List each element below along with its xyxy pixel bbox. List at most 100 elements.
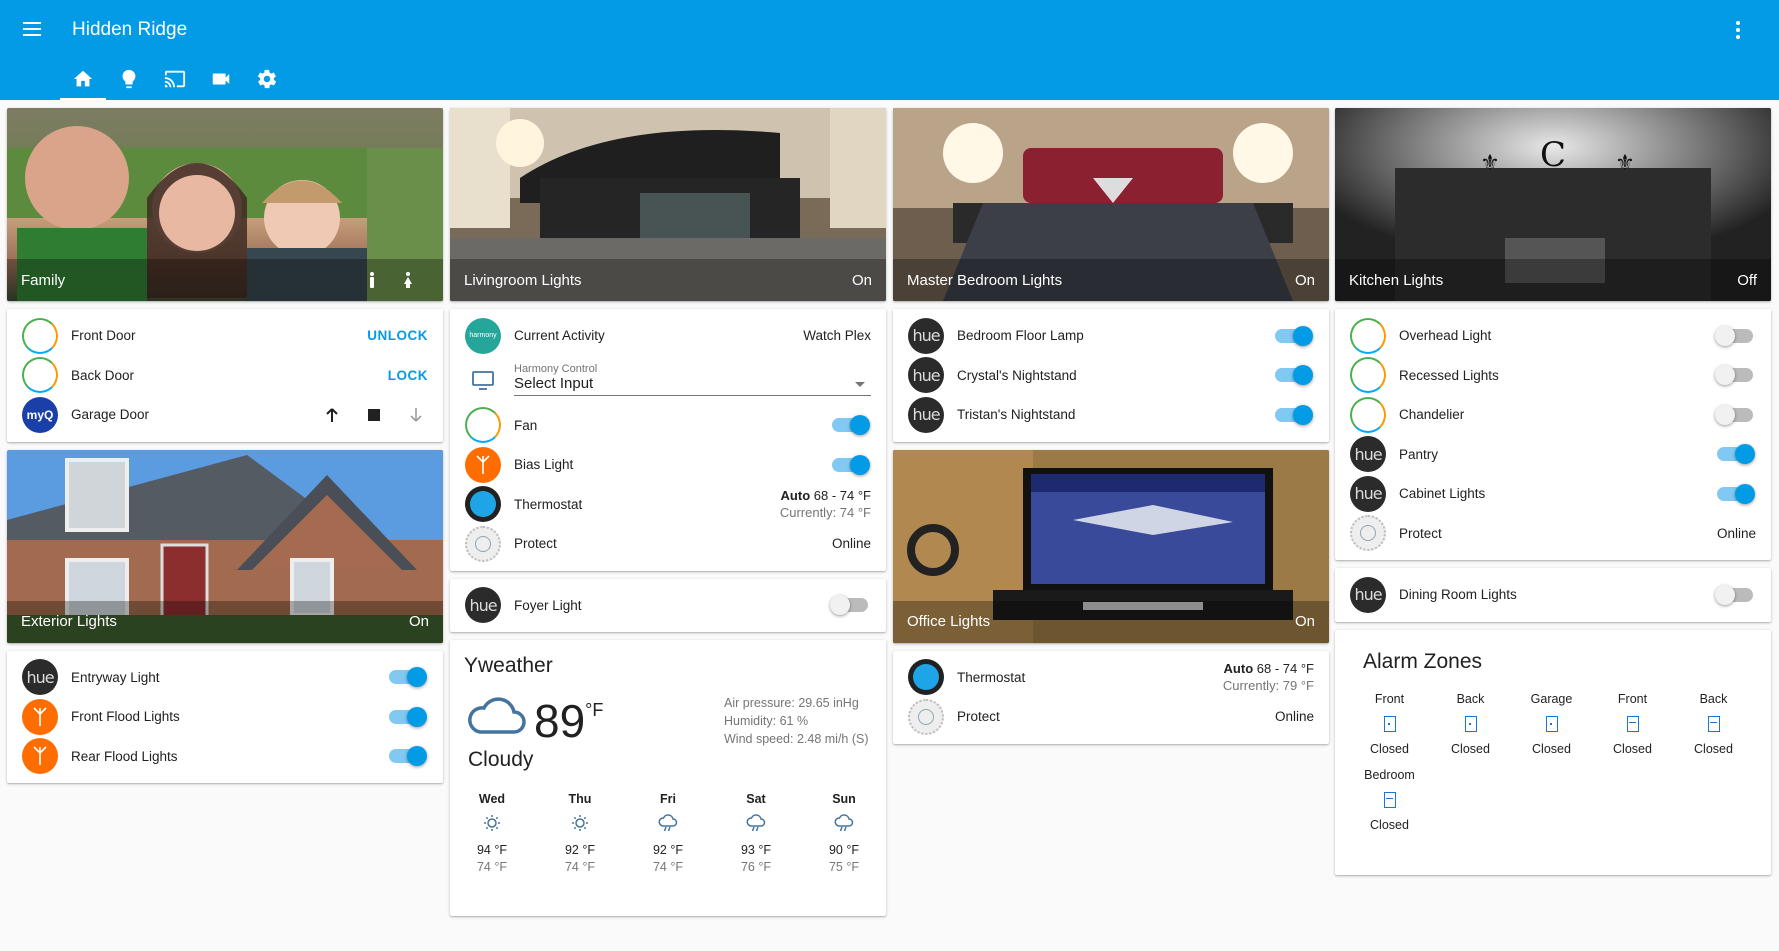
light-toggle[interactable] — [389, 706, 427, 727]
app-title: Hidden Ridge — [72, 19, 188, 40]
tab-cast[interactable] — [152, 64, 198, 100]
door-locks-card: Front Door UNLOCK Back Door LOCK myQ Gar… — [7, 309, 443, 442]
zone-item[interactable]: Back Closed — [1430, 692, 1511, 756]
activity-value: Watch Plex — [803, 328, 871, 344]
dining-row: hue Dining Room Lights — [1335, 575, 1771, 615]
zone-name: Front — [1617, 691, 1648, 706]
foyer-row: hue Foyer Light — [450, 586, 886, 626]
cast-icon — [164, 70, 186, 88]
bias-light-toggle[interactable] — [832, 454, 870, 475]
family-picture-card[interactable]: Family — [7, 108, 443, 301]
foyer-toggle[interactable] — [830, 595, 868, 616]
tab-camera[interactable] — [198, 64, 244, 100]
light-toggle[interactable] — [1715, 365, 1753, 386]
protect-name: Protect — [1399, 525, 1442, 541]
tab-lights[interactable] — [106, 64, 152, 100]
light-row: hue Entryway Light — [7, 658, 443, 698]
light-toggle[interactable] — [1715, 404, 1753, 425]
office-entities-card: Thermostat Auto 68 - 74 °F Currently: 79… — [893, 650, 1329, 744]
stop-icon[interactable] — [364, 405, 384, 425]
nest-thermostat-icon — [908, 659, 944, 696]
smartthings-icon — [1350, 396, 1386, 433]
light-toggle[interactable] — [1275, 365, 1313, 386]
thermostat-current: Currently: 79 °F — [1222, 678, 1314, 694]
arrow-up-icon[interactable] — [322, 405, 342, 425]
activity-label: Current Activity — [514, 328, 605, 344]
forecast-low: 74 °F — [652, 860, 683, 874]
fan-row: Fan — [450, 406, 886, 446]
light-row: hue Pantry — [1335, 435, 1771, 475]
livingroom-picture-card[interactable]: Livingroom Lights On — [450, 108, 886, 301]
column-2: Livingroom Lights On harmony Current Act… — [450, 108, 886, 924]
arrow-down-icon[interactable] — [406, 405, 426, 425]
livingroom-caption: Livingroom Lights On — [450, 259, 886, 301]
humidity: Humidity: 61 % — [724, 714, 809, 728]
office-picture-card[interactable]: Office Lights On — [893, 449, 1329, 643]
sunny-icon — [572, 815, 588, 831]
master-picture-card[interactable]: Master Bedroom Lights On — [893, 108, 1329, 301]
menu-icon[interactable] — [20, 18, 44, 42]
light-name: Tristan's Nightstand — [957, 407, 1076, 423]
exterior-picture-card[interactable]: Exterior Lights On — [7, 449, 443, 643]
dining-toggle[interactable] — [1715, 584, 1753, 605]
column-4: C ⚜ ⚜ Kitchen Lights Off Overhead Light … — [1335, 108, 1771, 883]
light-row: hue Crystal's Nightstand — [893, 356, 1329, 396]
light-toggle[interactable] — [1715, 325, 1753, 346]
weather-main: 89°F Cloudy Air pressure: 29.65 inHg Hum… — [464, 690, 872, 780]
exterior-state: On — [408, 613, 429, 630]
protect-row: Protect Online — [893, 697, 1329, 737]
hue-icon: hue — [1350, 475, 1386, 512]
rain-cloud-icon — [746, 814, 766, 832]
door-closed-icon — [1430, 710, 1511, 738]
light-toggle[interactable] — [389, 667, 427, 688]
unlock-button[interactable]: UNLOCK — [367, 328, 428, 343]
thermostat-range: 68 - 74 °F — [813, 488, 871, 504]
office-state: On — [1294, 613, 1315, 630]
thermostat-state: Auto 68 - 74 °F Currently: 74 °F — [780, 487, 871, 521]
forecast-low: 75 °F — [828, 860, 859, 874]
light-toggle[interactable] — [1717, 444, 1755, 465]
tab-home[interactable] — [60, 64, 106, 100]
zone-name: Back — [1699, 691, 1728, 706]
protect-row: Protect Online — [450, 524, 886, 564]
protect-state: Online — [831, 536, 871, 552]
harmony-select[interactable]: Harmony Control Select Input — [514, 363, 871, 396]
zone-item[interactable]: Front Closed — [1592, 692, 1673, 756]
master-state: On — [1294, 271, 1315, 289]
window-closed-icon — [1673, 710, 1754, 738]
app-toolbar: Hidden Ridge — [0, 0, 1779, 100]
hue-icon: hue — [465, 587, 501, 624]
remote-tv-icon — [465, 370, 501, 390]
zone-item[interactable]: Back Closed — [1673, 692, 1754, 756]
zone-item[interactable]: Bedroom Closed — [1349, 768, 1430, 832]
lock-button[interactable]: LOCK — [388, 368, 428, 383]
light-toggle[interactable] — [1275, 325, 1313, 346]
light-name: Overhead Light — [1399, 328, 1492, 344]
zone-state: Closed — [1694, 741, 1733, 756]
rain-cloud-icon — [834, 814, 854, 832]
exterior-title: Exterior Lights — [21, 613, 117, 630]
light-row: Recessed Lights — [1335, 356, 1771, 396]
current-activity-row: harmony Current Activity Watch Plex — [450, 316, 886, 356]
door-closed-icon — [1349, 710, 1430, 738]
kitchen-picture-card[interactable]: C ⚜ ⚜ Kitchen Lights Off — [1335, 108, 1771, 301]
bias-light-name: Bias Light — [514, 457, 574, 473]
tab-settings[interactable] — [244, 64, 290, 100]
hue-icon: hue — [908, 317, 944, 354]
zone-item[interactable]: Garage Closed — [1511, 692, 1592, 756]
person-female-icon[interactable] — [401, 271, 415, 289]
zone-name: Bedroom — [1364, 767, 1415, 782]
forecast-day-label: Wed — [478, 792, 506, 806]
fan-toggle[interactable] — [832, 415, 870, 436]
rain-cloud-icon — [658, 814, 678, 832]
more-vert-icon[interactable] — [1732, 18, 1744, 42]
light-name: Bedroom Floor Lamp — [957, 328, 1084, 344]
bedroom-lights-card: hue Bedroom Floor Lamp hue Crystal's Nig… — [893, 309, 1329, 442]
light-toggle[interactable] — [389, 746, 427, 767]
forecast-high: 90 °F — [828, 843, 859, 857]
light-toggle[interactable] — [1275, 404, 1313, 425]
person-icon[interactable] — [365, 271, 379, 289]
zone-item[interactable]: Front Closed — [1349, 692, 1430, 756]
window-closed-icon — [1592, 710, 1673, 738]
light-toggle[interactable] — [1717, 483, 1755, 504]
